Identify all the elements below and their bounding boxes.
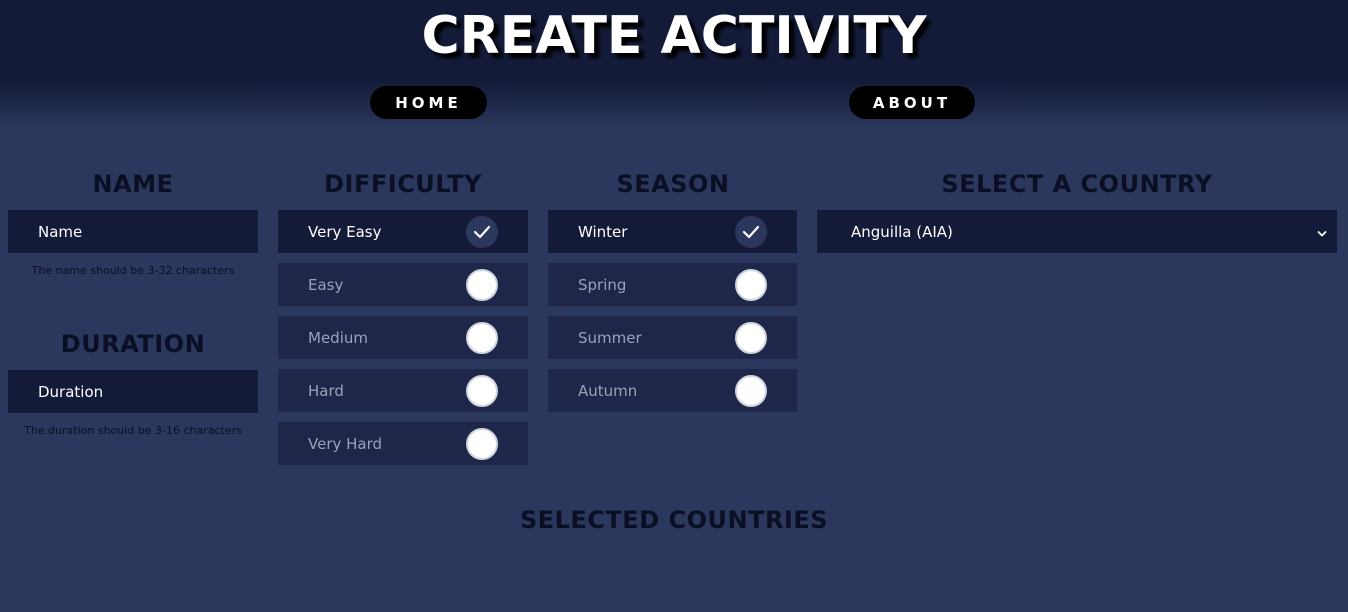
difficulty-option-easy[interactable]: Easy: [278, 263, 528, 306]
unchecked-radio-icon[interactable]: [466, 322, 498, 354]
chevron-down-icon: [1317, 225, 1327, 243]
season-option-label: Winter: [578, 222, 628, 241]
home-nav-button[interactable]: HOME: [370, 86, 487, 119]
season-option-summer[interactable]: Summer: [548, 316, 797, 359]
unchecked-radio-icon[interactable]: [466, 375, 498, 407]
duration-hint: The duration should be 3-16 characters: [24, 424, 242, 437]
unchecked-radio-icon[interactable]: [735, 375, 767, 407]
difficulty-option-hard[interactable]: Hard: [278, 369, 528, 412]
season-option-spring[interactable]: Spring: [548, 263, 797, 306]
difficulty-option-medium[interactable]: Medium: [278, 316, 528, 359]
difficulty-option-very-hard[interactable]: Very Hard: [278, 422, 528, 465]
season-option-label: Summer: [578, 328, 642, 347]
difficulty-option-label: Medium: [308, 328, 368, 347]
country-select-value: Anguilla (AIA): [851, 222, 953, 241]
checked-radio-icon[interactable]: [735, 216, 767, 248]
difficulty-heading: DIFFICULTY: [324, 170, 482, 198]
unchecked-radio-icon[interactable]: [466, 428, 498, 460]
name-heading: NAME: [92, 170, 174, 198]
difficulty-option-label: Very Hard: [308, 434, 383, 453]
difficulty-option-very-easy[interactable]: Very Easy: [278, 210, 528, 253]
name-input[interactable]: [8, 210, 258, 253]
difficulty-option-label: Very Easy: [308, 222, 382, 241]
difficulty-option-label: Easy: [308, 275, 344, 294]
about-nav-button[interactable]: ABOUT: [849, 86, 975, 119]
season-option-winter[interactable]: Winter: [548, 210, 797, 253]
page-title: CREATE ACTIVITY: [421, 6, 927, 66]
duration-input[interactable]: [8, 370, 258, 413]
season-heading: SEASON: [616, 170, 730, 198]
unchecked-radio-icon[interactable]: [466, 269, 498, 301]
checked-radio-icon[interactable]: [466, 216, 498, 248]
name-hint: The name should be 3-32 characters: [31, 264, 235, 277]
unchecked-radio-icon[interactable]: [735, 322, 767, 354]
duration-heading: DURATION: [60, 330, 206, 358]
country-select[interactable]: Anguilla (AIA): [817, 210, 1337, 253]
country-heading: SELECT A COUNTRY: [941, 170, 1213, 198]
season-option-autumn[interactable]: Autumn: [548, 369, 797, 412]
season-option-label: Autumn: [578, 381, 638, 400]
unchecked-radio-icon[interactable]: [735, 269, 767, 301]
season-option-label: Spring: [578, 275, 627, 294]
selected-countries-heading: SELECTED COUNTRIES: [519, 506, 829, 534]
difficulty-option-label: Hard: [308, 381, 344, 400]
